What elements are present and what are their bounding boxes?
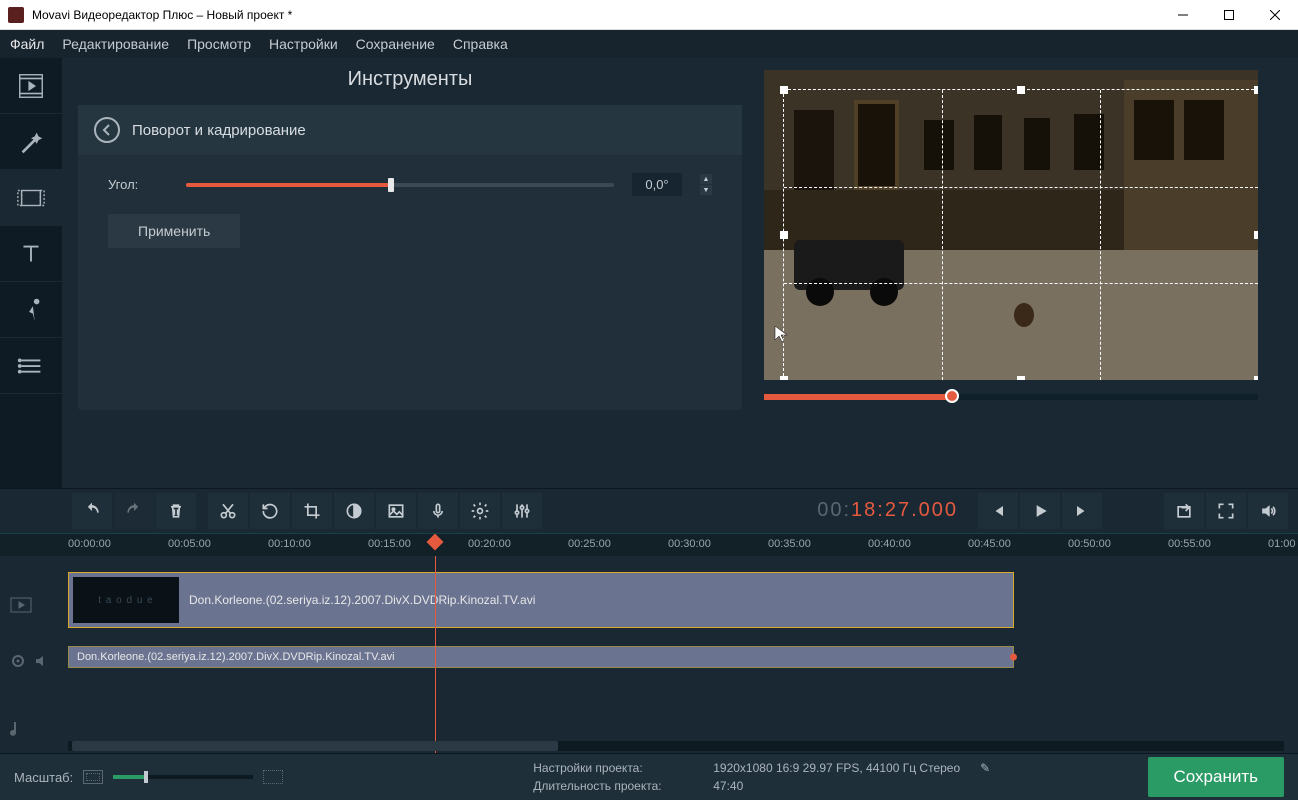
export-frame-button[interactable]	[1164, 493, 1204, 529]
preview-frame[interactable]	[764, 70, 1258, 380]
cut-button[interactable]	[208, 493, 248, 529]
sidebar	[0, 58, 62, 488]
close-button[interactable]	[1252, 0, 1298, 30]
sidebar-wand-icon[interactable]	[0, 114, 62, 170]
crop-button[interactable]	[292, 493, 332, 529]
timeline-scrollbar[interactable]	[68, 741, 1284, 751]
menubar: Файл Редактирование Просмотр Настройки С…	[0, 30, 1298, 58]
app-icon	[8, 7, 24, 23]
duration-label: Длительность проекта:	[533, 779, 693, 793]
cursor-icon	[774, 325, 788, 348]
back-button[interactable]	[94, 117, 120, 143]
zoom-label: Масштаб:	[14, 770, 73, 785]
menu-settings[interactable]: Настройки	[269, 36, 338, 52]
zoom-in-icon[interactable]	[263, 770, 283, 784]
save-button[interactable]: Сохранить	[1148, 757, 1284, 797]
window-title: Movavi Видеоредактор Плюс – Новый проект…	[32, 8, 1160, 22]
menu-view[interactable]: Просмотр	[187, 36, 251, 52]
sidebar-more-icon[interactable]	[0, 338, 62, 394]
playhead-line[interactable]	[435, 556, 436, 753]
crop-handle[interactable]	[780, 376, 788, 380]
crop-handle[interactable]	[780, 86, 788, 94]
status-bar: Масштаб: Настройки проекта: 1920x1080 16…	[0, 753, 1298, 800]
apply-button[interactable]: Применить	[108, 214, 240, 248]
angle-step-down[interactable]: ▼	[700, 185, 712, 195]
crop-handle[interactable]	[780, 231, 788, 239]
titlebar: Movavi Видеоредактор Плюс – Новый проект…	[0, 0, 1298, 30]
menu-edit[interactable]: Редактирование	[62, 36, 169, 52]
angle-slider[interactable]	[186, 183, 614, 187]
video-clip[interactable]: t a o d u e Don.Korleone.(02.seriya.iz.1…	[68, 572, 1014, 628]
edit-settings-icon[interactable]: ✎	[980, 761, 990, 775]
tools-panel: Инструменты Поворот и кадрирование Угол:…	[62, 58, 752, 488]
sidebar-media-icon[interactable]	[0, 58, 62, 114]
duration-value: 47:40	[713, 779, 743, 793]
undo-button[interactable]	[72, 493, 112, 529]
gear-button[interactable]	[460, 493, 500, 529]
delete-button[interactable]	[156, 493, 196, 529]
maximize-button[interactable]	[1206, 0, 1252, 30]
music-lane-icon	[10, 714, 50, 744]
crop-handle[interactable]	[1254, 231, 1258, 239]
redo-button[interactable]	[114, 493, 154, 529]
crop-handle[interactable]	[1254, 86, 1258, 94]
audio-clip-label: Don.Korleone.(02.seriya.iz.12).2007.DivX…	[77, 651, 395, 663]
audio-lane-icon	[10, 646, 50, 676]
tool-section-label: Поворот и кадрирование	[132, 122, 306, 139]
zoom-slider[interactable]	[113, 775, 253, 779]
color-button[interactable]	[334, 493, 374, 529]
crop-handle[interactable]	[1254, 376, 1258, 380]
menu-save[interactable]: Сохранение	[356, 36, 435, 52]
preview-area	[752, 58, 1298, 488]
sidebar-motion-icon[interactable]	[0, 282, 62, 338]
project-settings-value: 1920x1080 16:9 29.97 FPS, 44100 Гц Стере…	[713, 761, 960, 775]
preview-scrubber[interactable]	[764, 394, 1258, 400]
sidebar-text-icon[interactable]	[0, 226, 62, 282]
sidebar-crop-icon[interactable]	[0, 170, 62, 226]
timeline[interactable]: t a o d u e Don.Korleone.(02.seriya.iz.1…	[0, 556, 1298, 753]
menu-help[interactable]: Справка	[453, 36, 508, 52]
minimize-button[interactable]	[1160, 0, 1206, 30]
zoom-out-icon[interactable]	[83, 770, 103, 784]
video-clip-label: Don.Korleone.(02.seriya.iz.12).2007.DivX…	[189, 593, 535, 607]
crop-handle[interactable]	[1017, 376, 1025, 380]
play-button[interactable]	[1020, 493, 1060, 529]
timecode: 00:18:27.000	[817, 499, 958, 523]
next-button[interactable]	[1062, 493, 1102, 529]
video-lane-icon	[10, 590, 50, 620]
timeline-toolbar: 00:18:27.000	[0, 488, 1298, 534]
audio-clip[interactable]: Don.Korleone.(02.seriya.iz.12).2007.DivX…	[68, 646, 1014, 668]
project-settings-label: Настройки проекта:	[533, 761, 693, 775]
prev-button[interactable]	[978, 493, 1018, 529]
volume-button[interactable]	[1248, 493, 1288, 529]
image-button[interactable]	[376, 493, 416, 529]
angle-step-up[interactable]: ▲	[700, 174, 712, 184]
menu-file[interactable]: Файл	[10, 36, 44, 52]
crop-handle[interactable]	[1017, 86, 1025, 94]
rotate-button[interactable]	[250, 493, 290, 529]
crop-grid[interactable]	[784, 90, 1258, 380]
timeline-ruler[interactable]: 00:00:00 00:05:00 00:10:00 00:15:00 00:2…	[0, 534, 1298, 556]
fullscreen-button[interactable]	[1206, 493, 1246, 529]
angle-label: Угол:	[108, 177, 168, 192]
equalizer-button[interactable]	[502, 493, 542, 529]
angle-value[interactable]: 0,0°	[632, 173, 682, 196]
mic-button[interactable]	[418, 493, 458, 529]
clip-thumbnail: t a o d u e	[73, 577, 179, 623]
tools-title: Инструменты	[78, 68, 742, 91]
